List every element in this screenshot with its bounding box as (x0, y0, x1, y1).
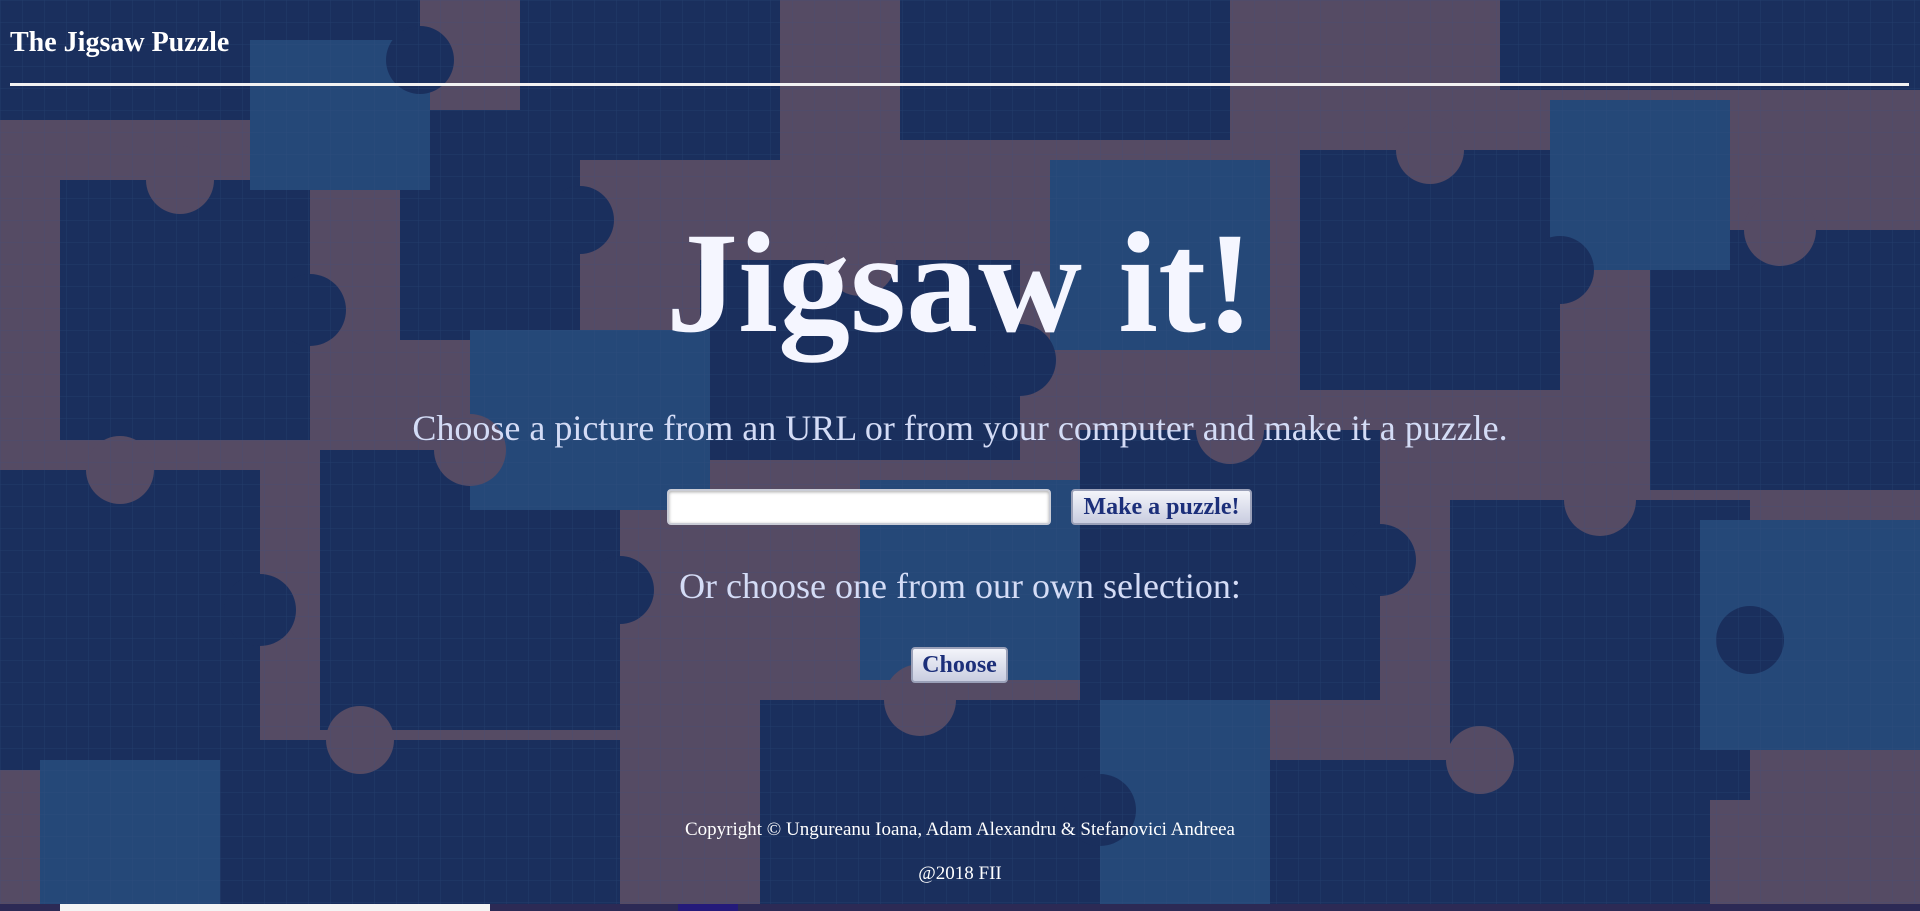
copyright-text: Copyright © Ungureanu Ioana, Adam Alexan… (685, 819, 1235, 840)
subtitle: Choose a picture from an URL or from you… (412, 408, 1508, 448)
header-divider (10, 83, 1909, 86)
hero-title: Jigsaw it! (666, 204, 1254, 363)
site-title[interactable]: The Jigsaw Puzzle (10, 26, 229, 60)
choose-button[interactable]: Choose (911, 647, 1008, 683)
page: The Jigsaw Puzzle Jigsaw it! Choose a pi… (0, 0, 1920, 911)
horizontal-scrollbar[interactable] (0, 904, 1920, 911)
scrollbar-marker (678, 904, 738, 911)
year-text: @2018 FII (918, 863, 1002, 884)
scrollbar-thumb[interactable] (60, 904, 490, 911)
selection-prompt: Or choose one from our own selection: (679, 566, 1241, 606)
url-input[interactable] (667, 489, 1051, 525)
make-puzzle-button[interactable]: Make a puzzle! (1071, 489, 1252, 525)
